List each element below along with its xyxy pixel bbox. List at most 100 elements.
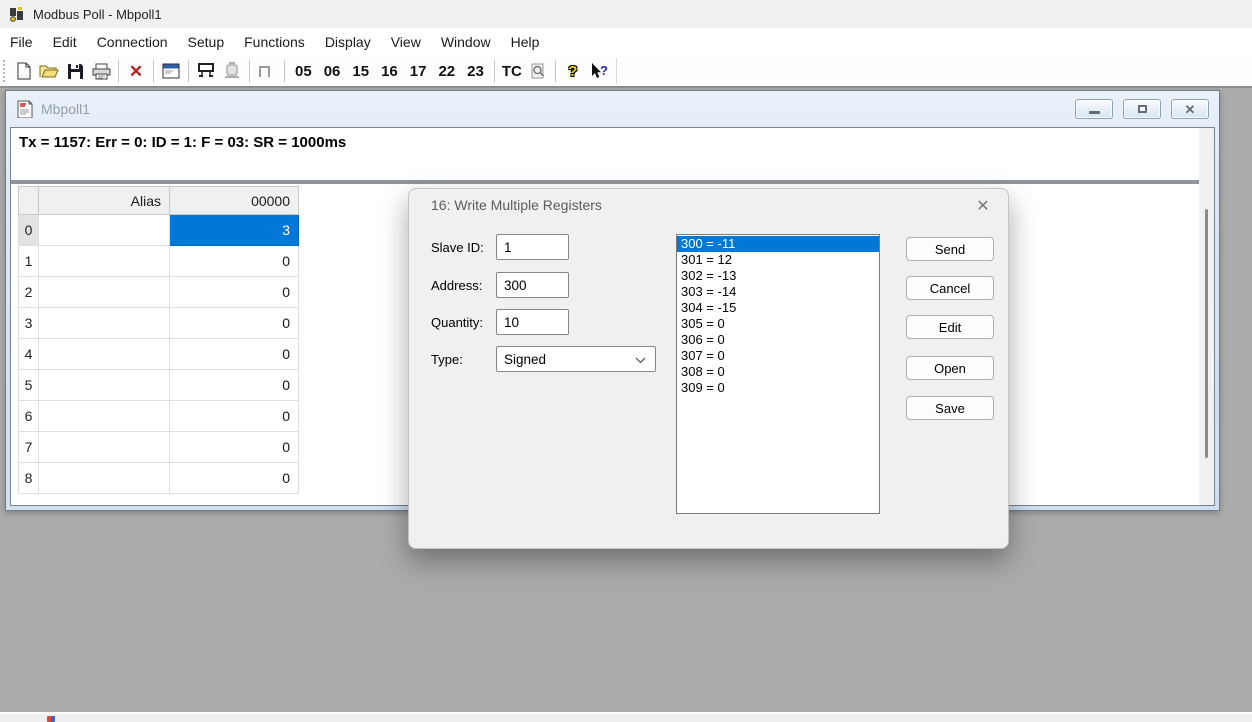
value-cell-0-selected[interactable]: 3 xyxy=(170,215,299,246)
alias-cell-7[interactable] xyxy=(39,432,170,463)
row-header-0[interactable]: 0 xyxy=(19,215,39,246)
toolbar-separator xyxy=(555,60,556,82)
value-cell-4[interactable]: 0 xyxy=(170,339,299,370)
alias-cell-0[interactable] xyxy=(39,215,170,246)
communication-traffic-button[interactable] xyxy=(525,58,551,84)
function-06-button[interactable]: 06 xyxy=(318,58,347,84)
function-22-button[interactable]: 22 xyxy=(432,58,461,84)
row-header-7[interactable]: 7 xyxy=(19,432,39,463)
context-help-button[interactable]: ? xyxy=(586,58,612,84)
function-16-button[interactable]: 16 xyxy=(375,58,404,84)
row-header-5[interactable]: 5 xyxy=(19,370,39,401)
menu-item-file[interactable]: File xyxy=(0,28,43,56)
toolbar-gripper[interactable] xyxy=(3,60,6,82)
child-title-bar[interactable]: Mbpoll1 ✕ xyxy=(6,91,1219,127)
function-23-button[interactable]: 23 xyxy=(461,58,490,84)
alias-cell-5[interactable] xyxy=(39,370,170,401)
quantity-label: Quantity: xyxy=(431,315,483,330)
menu-item-functions[interactable]: Functions xyxy=(234,28,315,56)
restore-button[interactable] xyxy=(1123,99,1161,119)
scrollbar-thumb[interactable] xyxy=(1205,209,1208,458)
register-list-item[interactable]: 307 = 0 xyxy=(677,348,879,364)
open-folder-icon xyxy=(39,63,59,79)
function-05-button[interactable]: 05 xyxy=(289,58,318,84)
save-icon xyxy=(67,63,84,80)
row-header-1[interactable]: 1 xyxy=(19,246,39,277)
register-list-item[interactable]: 300 = -11 xyxy=(677,236,879,252)
alias-cell-1[interactable] xyxy=(39,246,170,277)
register-list-item[interactable]: 303 = -14 xyxy=(677,284,879,300)
menu-item-view[interactable]: View xyxy=(381,28,431,56)
function-17-button[interactable]: 17 xyxy=(404,58,433,84)
about-help-button[interactable]: ? xyxy=(560,58,586,84)
value-cell-2[interactable]: 0 xyxy=(170,277,299,308)
value-cell-3[interactable]: 0 xyxy=(170,308,299,339)
alias-cell-6[interactable] xyxy=(39,401,170,432)
table-row: 2 0 xyxy=(19,277,299,308)
menu-item-connection[interactable]: Connection xyxy=(87,28,178,56)
pane-splitter[interactable] xyxy=(11,180,1214,184)
row-header-4[interactable]: 4 xyxy=(19,339,39,370)
toolbar-separator xyxy=(153,60,154,82)
menu-item-help[interactable]: Help xyxy=(501,28,550,56)
value-cell-8[interactable]: 0 xyxy=(170,463,299,494)
menu-item-display[interactable]: Display xyxy=(315,28,381,56)
table-row: 8 0 xyxy=(19,463,299,494)
pulse-button[interactable] xyxy=(254,58,280,84)
poll-status-line: Tx = 1157: Err = 0: ID = 1: F = 03: SR =… xyxy=(19,134,346,151)
address-field[interactable] xyxy=(496,272,569,298)
alias-cell-2[interactable] xyxy=(39,277,170,308)
new-button[interactable] xyxy=(10,58,36,84)
table-row: 3 0 xyxy=(19,308,299,339)
register-list-item[interactable]: 301 = 12 xyxy=(677,252,879,268)
test-center-button[interactable]: TC xyxy=(499,58,525,84)
read-write-definition-button[interactable] xyxy=(158,58,184,84)
alias-cell-4[interactable] xyxy=(39,339,170,370)
row-header-2[interactable]: 2 xyxy=(19,277,39,308)
register-list-item[interactable]: 305 = 0 xyxy=(677,316,879,332)
register-list-item[interactable]: 302 = -13 xyxy=(677,268,879,284)
value-cell-6[interactable]: 0 xyxy=(170,401,299,432)
alias-cell-3[interactable] xyxy=(39,308,170,339)
send-button[interactable]: Send xyxy=(906,237,994,261)
menu-item-edit[interactable]: Edit xyxy=(43,28,87,56)
taskbar-app-icon[interactable] xyxy=(47,716,55,722)
slave-id-field[interactable] xyxy=(496,234,569,260)
save-button[interactable] xyxy=(62,58,88,84)
table-row: 0 3 xyxy=(19,215,299,246)
function-15-button[interactable]: 15 xyxy=(346,58,375,84)
station-button[interactable] xyxy=(219,58,245,84)
type-select[interactable]: Signed xyxy=(496,346,656,372)
menu-item-window[interactable]: Window xyxy=(431,28,501,56)
dialog-title: 16: Write Multiple Registers xyxy=(431,197,602,213)
poll-button[interactable] xyxy=(193,58,219,84)
value-column-header: 00000 xyxy=(170,187,299,215)
close-button[interactable]: ✕ xyxy=(1171,99,1209,119)
new-document-icon xyxy=(15,62,32,80)
cancel-button[interactable]: Cancel xyxy=(906,276,994,300)
dialog-close-button[interactable]: ✕ xyxy=(968,193,998,219)
register-list-item[interactable]: 306 = 0 xyxy=(677,332,879,348)
save-button-dialog[interactable]: Save xyxy=(906,396,994,420)
register-list-item[interactable]: 309 = 0 xyxy=(677,380,879,396)
open-button-dialog[interactable]: Open xyxy=(906,356,994,380)
value-cell-7[interactable]: 0 xyxy=(170,432,299,463)
vertical-scrollbar[interactable] xyxy=(1199,128,1214,505)
register-list[interactable]: 300 = -11 301 = 12 302 = -13 303 = -14 3… xyxy=(676,234,880,514)
register-list-item[interactable]: 308 = 0 xyxy=(677,364,879,380)
register-list-item[interactable]: 304 = -15 xyxy=(677,300,879,316)
open-button[interactable] xyxy=(36,58,62,84)
disconnect-button[interactable]: ✕ xyxy=(123,58,149,84)
edit-button[interactable]: Edit xyxy=(906,315,994,339)
menu-item-setup[interactable]: Setup xyxy=(178,28,235,56)
row-header-6[interactable]: 6 xyxy=(19,401,39,432)
row-header-8[interactable]: 8 xyxy=(19,463,39,494)
minimize-button[interactable] xyxy=(1075,99,1113,119)
context-help-icon: ? xyxy=(589,62,609,80)
alias-cell-8[interactable] xyxy=(39,463,170,494)
value-cell-5[interactable]: 0 xyxy=(170,370,299,401)
value-cell-1[interactable]: 0 xyxy=(170,246,299,277)
row-header-3[interactable]: 3 xyxy=(19,308,39,339)
print-button[interactable] xyxy=(88,58,114,84)
quantity-field[interactable] xyxy=(496,309,569,335)
